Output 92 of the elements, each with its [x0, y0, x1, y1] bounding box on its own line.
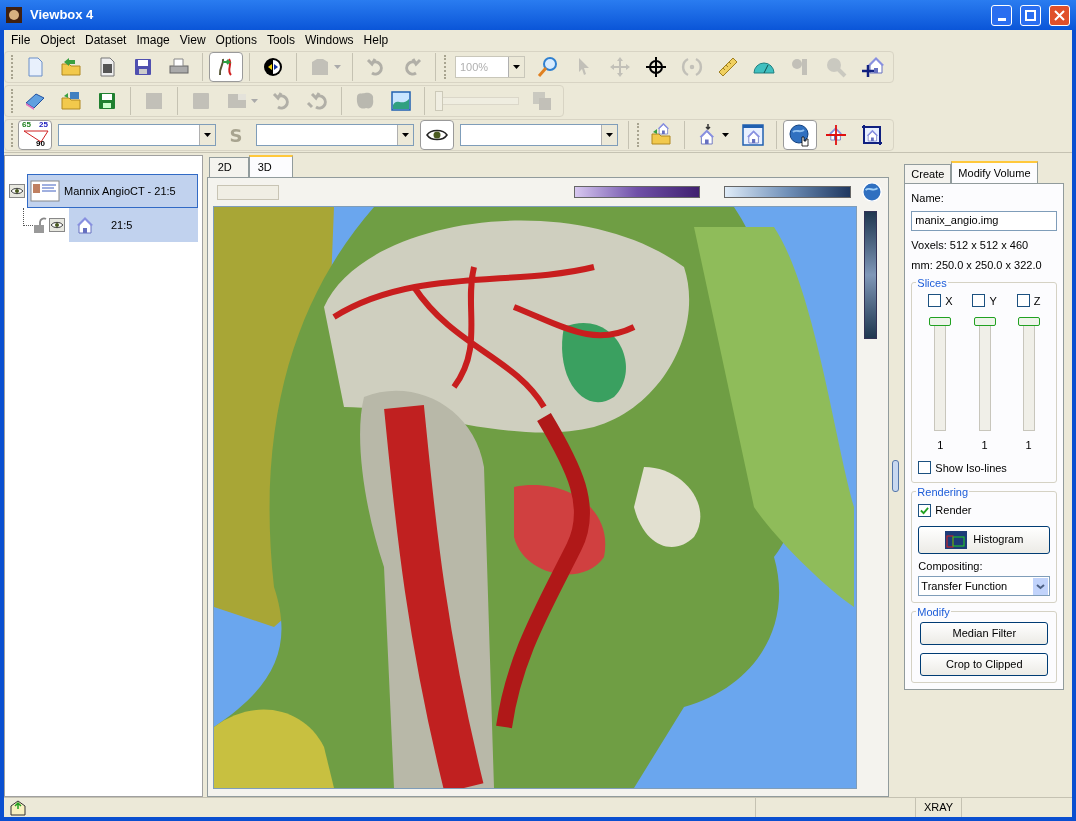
- checkbox-label: Y: [989, 293, 997, 309]
- chevron-down-icon: [1033, 577, 1049, 595]
- house-frame-icon: [860, 123, 884, 147]
- panel-tab[interactable]: Create: [904, 164, 952, 183]
- toolbar-button[interactable]: [420, 120, 454, 150]
- checkbox[interactable]: [972, 294, 986, 308]
- caret-icon: [251, 99, 258, 103]
- folder-house-icon: [649, 123, 673, 147]
- caret-icon: [204, 133, 211, 137]
- wave-image-icon: [389, 89, 413, 113]
- caret-icon: [722, 133, 729, 137]
- tree-item-label: Mannix AngioCT - 21:5: [64, 183, 176, 199]
- compositing-dropdown[interactable]: Transfer Function: [918, 576, 1051, 596]
- menu-item[interactable]: Image: [131, 31, 175, 49]
- minimize-button[interactable]: [991, 4, 1012, 26]
- dimensions-text: mm: 250.0 x 250.0 x 322.0: [911, 258, 1043, 273]
- menu-item[interactable]: Object: [35, 31, 81, 49]
- move-icon: [608, 55, 632, 79]
- splitter-handle[interactable]: [891, 460, 899, 492]
- slider-thumb[interactable]: [973, 317, 996, 326]
- close-button[interactable]: [1049, 4, 1070, 26]
- id-card-icon: [30, 180, 60, 202]
- menu-item[interactable]: Windows: [299, 31, 359, 49]
- view-tab[interactable]: 2D: [208, 157, 249, 177]
- view-tab[interactable]: 3D: [248, 155, 293, 177]
- layers-icon: [530, 89, 554, 113]
- eye-icon: [9, 184, 25, 198]
- caret-icon: [402, 133, 409, 137]
- caret-icon: [513, 65, 520, 69]
- window-title: Viewbox 4: [30, 6, 95, 25]
- maximize-button[interactable]: [1020, 4, 1041, 26]
- checkbox-label: Render: [935, 503, 972, 518]
- menu-item[interactable]: View: [174, 31, 211, 49]
- tree-item[interactable]: 21:5: [69, 208, 198, 242]
- app-icon: [6, 7, 22, 23]
- checkbox[interactable]: [928, 294, 942, 308]
- maximize-icon: [1025, 9, 1036, 21]
- checkbox-label: Show Iso-lines: [935, 460, 1007, 476]
- menu-item[interactable]: File: [6, 31, 36, 49]
- rotate-icon: [680, 55, 704, 79]
- checkbox[interactable]: [1016, 294, 1030, 308]
- slice-value: 1: [1025, 438, 1032, 453]
- crosshair-house-icon: [824, 123, 848, 147]
- status-field: [216, 184, 279, 200]
- dropdown-field[interactable]: [460, 124, 618, 146]
- tree-item-label: 21:5: [111, 217, 133, 233]
- ruler-icon: [716, 55, 740, 79]
- checkbox-label: X: [945, 293, 953, 309]
- slice-value: 1: [937, 438, 944, 453]
- field-label: Compositing:: [918, 558, 984, 574]
- slider-thumb[interactable]: [1017, 317, 1040, 326]
- caret-icon: [334, 65, 341, 69]
- search-icon: [536, 55, 560, 79]
- menu-item[interactable]: Tools: [261, 31, 300, 49]
- toolbar-button[interactable]: [783, 120, 817, 150]
- magnifier-icon: [824, 55, 848, 79]
- angle-button[interactable]: 65 25 90: [18, 120, 52, 150]
- crosshair-icon: [644, 55, 668, 79]
- envelope-icon: [10, 799, 26, 816]
- house-arrows-icon: [860, 55, 884, 79]
- slider-thumb[interactable]: [929, 317, 952, 326]
- status-text: XRAY: [916, 798, 962, 817]
- field-label: Name:: [911, 191, 945, 206]
- globe-icon: [861, 181, 884, 203]
- name-field[interactable]: manix_angio.img: [911, 210, 1058, 231]
- action-button[interactable]: Median Filter: [920, 622, 1049, 645]
- image-folder-icon: [59, 89, 83, 113]
- checkbox-label: Z: [1033, 293, 1041, 309]
- checkbox[interactable]: [918, 461, 932, 475]
- globe-hand-icon: [788, 123, 812, 147]
- house-window-icon: [741, 123, 765, 147]
- caret-icon: [606, 133, 613, 137]
- open-lock-icon: [33, 217, 47, 233]
- slice-value: 1: [981, 438, 988, 453]
- histogram-button[interactable]: Histogram: [918, 525, 1051, 554]
- folder-icon: [59, 55, 83, 79]
- angle-icon: [23, 129, 49, 143]
- dropdown-field[interactable]: [256, 124, 414, 146]
- voxels-text: Voxels: 512 x 512 x 460: [911, 237, 1030, 253]
- action-button[interactable]: Crop to Clipped: [920, 653, 1049, 676]
- histogram-icon: [945, 530, 968, 549]
- minimize-icon: [997, 17, 1006, 21]
- checkbox[interactable]: [918, 503, 932, 517]
- menu-item[interactable]: Dataset: [80, 31, 132, 49]
- dropdown-field[interactable]: [58, 124, 216, 146]
- contrast-circle-icon: [261, 55, 285, 79]
- menu-item[interactable]: Options: [210, 31, 262, 49]
- menu-item[interactable]: Help: [358, 31, 394, 49]
- close-icon: [1054, 9, 1065, 21]
- eye-icon: [49, 218, 65, 232]
- tree-item[interactable]: Mannix AngioCT - 21:5: [27, 174, 198, 208]
- panel-tab[interactable]: Modify Volume: [951, 161, 1038, 183]
